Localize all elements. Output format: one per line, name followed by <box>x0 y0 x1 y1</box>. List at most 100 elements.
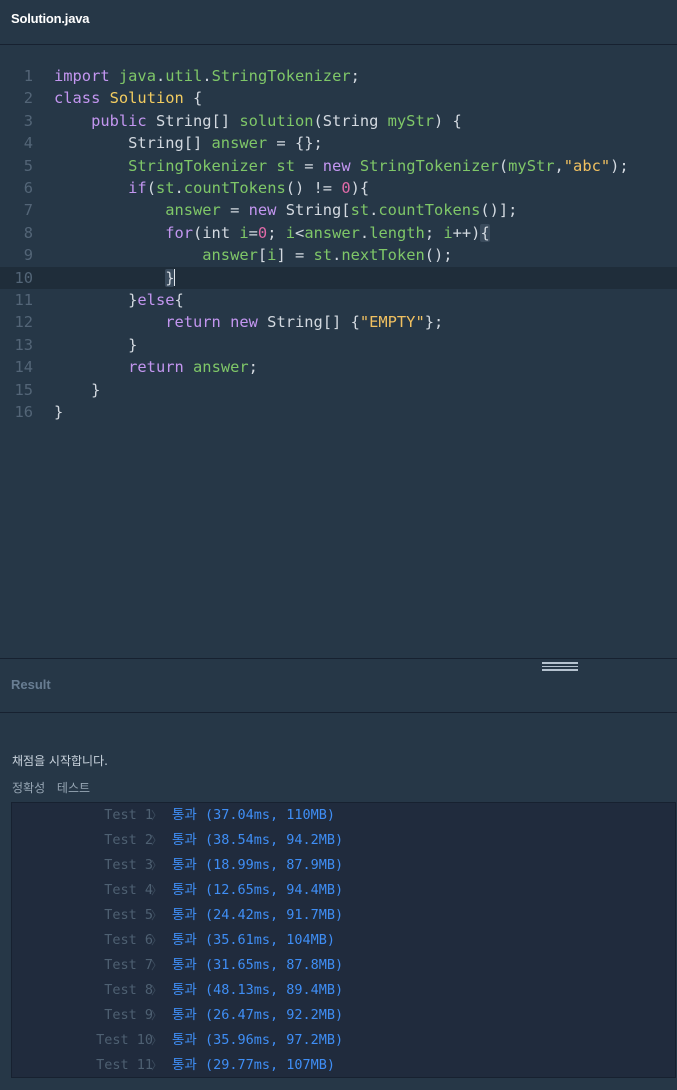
line-number: 12 <box>14 313 33 332</box>
code-text: return answer; <box>128 358 258 377</box>
panel-divider <box>0 658 677 659</box>
test-result-row: Test 5 〉 통과 (24.42ms, 91.7MB) <box>12 903 675 928</box>
test-verdict: 통과 (48.13ms, 89.4MB) <box>172 982 344 998</box>
code-line-13[interactable]: 13 } <box>0 334 677 356</box>
test-name: Test 10 <box>96 1032 153 1048</box>
code-text: } <box>54 403 64 421</box>
code-line-4[interactable]: 4 String[] answer = {}; <box>0 132 677 154</box>
line-number: 16 <box>14 403 33 421</box>
test-detail: (24.42ms, 91.7MB) <box>204 907 344 923</box>
test-detail: (38.54ms, 94.2MB) <box>204 832 344 848</box>
chevron-right-icon: 〉 <box>151 1059 162 1072</box>
code-text: String[] answer = {}; <box>54 134 323 153</box>
test-detail: (31.65ms, 87.8MB) <box>204 957 344 973</box>
line-number: 7 <box>23 201 33 220</box>
code-line-7[interactable]: 7 answer = new String[st.countTokens()]; <box>0 199 677 221</box>
chevron-right-icon: 〉 <box>151 959 162 972</box>
test-result-row: Test 6 〉 통과 (35.61ms, 104MB) <box>12 928 675 953</box>
code-text: return new String[] {"EMPTY"}; <box>165 313 444 332</box>
line-number: 8 <box>23 223 33 242</box>
chevron-right-icon: 〉 <box>151 1034 162 1047</box>
test-verdict: 통과 (18.99ms, 87.9MB) <box>172 857 344 873</box>
test-detail: (12.65ms, 94.4MB) <box>204 882 344 898</box>
chevron-right-icon: 〉 <box>151 809 162 822</box>
test-verdict: 통과 (35.61ms, 104MB) <box>172 932 336 948</box>
test-name: Test 9 <box>104 1007 153 1023</box>
chevron-right-icon: 〉 <box>151 984 162 997</box>
line-number: 3 <box>23 111 33 130</box>
code-line-14[interactable]: 14 return answer; <box>0 356 677 378</box>
test-name: Test 2 <box>104 832 153 848</box>
code-line-8[interactable]: 8 for(int i=0; i<answer.length; i++){ <box>0 222 677 244</box>
test-name: Test 7 <box>104 957 153 973</box>
code-text: answer[i] = st.nextToken(); <box>202 246 453 265</box>
chevron-right-icon: 〉 <box>151 884 162 897</box>
text-cursor <box>174 268 176 286</box>
code-line-2[interactable]: 2 class Solution { <box>0 87 677 109</box>
code-line-12[interactable]: 12 return new String[] {"EMPTY"}; <box>0 311 677 333</box>
chevron-right-icon: 〉 <box>151 834 162 847</box>
line-number: 1 <box>23 67 33 85</box>
test-detail: (37.04ms, 110MB) <box>204 807 336 823</box>
test-result-row: Test 8 〉 통과 (48.13ms, 89.4MB) <box>12 978 675 1003</box>
test-detail: (48.13ms, 89.4MB) <box>204 982 344 998</box>
code-line-3[interactable]: 3 public String[] solution(String myStr)… <box>0 110 677 132</box>
chevron-right-icon: 〉 <box>151 1009 162 1022</box>
code-text: answer = new String[st.countTokens()]; <box>165 201 518 220</box>
test-result-row: Test 10 〉 통과 (35.96ms, 97.2MB) <box>12 1028 675 1053</box>
resize-handle-icon[interactable] <box>542 662 578 671</box>
test-results-list[interactable]: Test 1 〉 통과 (37.04ms, 110MB) Test 2 〉 통과 (38… <box>11 802 676 1078</box>
accuracy-test-label: 정확성 테스트 <box>12 781 91 795</box>
code-line-5[interactable]: 5 StringTokenizer st = new StringTokeniz… <box>0 155 677 177</box>
test-verdict: 통과 (26.47ms, 92.2MB) <box>172 1007 344 1023</box>
test-verdict: 통과 (38.54ms, 94.2MB) <box>172 832 344 848</box>
result-divider <box>0 712 677 713</box>
line-number: 13 <box>14 335 33 354</box>
test-detail: (35.61ms, 104MB) <box>204 932 336 948</box>
grading-status: 채점을 시작합니다. <box>12 754 108 768</box>
line-number: 10 <box>14 268 33 287</box>
test-verdict: 통과 (29.77ms, 107MB) <box>172 1057 336 1073</box>
test-verdict: 통과 (24.42ms, 91.7MB) <box>172 907 344 923</box>
editor-header: Solution.java <box>0 0 677 45</box>
code-editor[interactable]: 1 import java.util.StringTokenizer; 2 clas… <box>0 45 677 658</box>
test-result-row: Test 7 〉 통과 (31.65ms, 87.8MB) <box>12 953 675 978</box>
line-number: 5 <box>23 156 33 175</box>
code-text: import java.util.StringTokenizer; <box>54 67 360 85</box>
test-verdict: 통과 (37.04ms, 110MB) <box>172 807 336 823</box>
code-line-11[interactable]: 11 }else{ <box>0 289 677 311</box>
code-text: class Solution { <box>54 89 203 108</box>
code-line-6[interactable]: 6 if(st.countTokens() != 0){ <box>0 177 677 199</box>
test-result-row: Test 9 〉 통과 (26.47ms, 92.2MB) <box>12 1003 675 1028</box>
test-detail: (29.77ms, 107MB) <box>204 1057 336 1073</box>
test-verdict: 통과 (12.65ms, 94.4MB) <box>172 882 344 898</box>
test-result-row: Test 3 〉 통과 (18.99ms, 87.9MB) <box>12 853 675 878</box>
code-text: } <box>54 380 101 399</box>
code-text: public String[] solution(String myStr) { <box>91 111 462 130</box>
line-number: 14 <box>14 358 33 377</box>
chevron-right-icon: 〉 <box>151 909 162 922</box>
code-line-1[interactable]: 1 import java.util.StringTokenizer; <box>0 65 677 87</box>
test-verdict: 통과 (31.65ms, 87.8MB) <box>172 957 344 973</box>
test-detail: (26.47ms, 92.2MB) <box>204 1007 344 1023</box>
line-number: 6 <box>23 179 33 197</box>
test-result-row: Test 11 〉 통과 (29.77ms, 107MB) <box>12 1053 675 1078</box>
code-line-15[interactable]: 15 } <box>0 379 677 401</box>
line-number: 11 <box>14 291 33 309</box>
code-text: if(st.countTokens() != 0){ <box>128 179 370 197</box>
line-number: 9 <box>23 246 33 265</box>
code-line-9[interactable]: 9 answer[i] = st.nextToken(); <box>0 244 677 266</box>
chevron-right-icon: 〉 <box>151 859 162 872</box>
code-line-10[interactable]: 10 } <box>0 266 677 289</box>
code-text: StringTokenizer st = new StringTokenizer… <box>128 156 629 175</box>
code-line-16[interactable]: 16} <box>0 401 677 423</box>
test-result-row: Test 2 〉 통과 (38.54ms, 94.2MB) <box>12 828 675 853</box>
test-name: Test 3 <box>104 857 153 873</box>
test-result-row: Test 4 〉 통과 (12.65ms, 94.4MB) <box>12 878 675 903</box>
code-text: } <box>165 268 176 287</box>
test-verdict: 통과 (35.96ms, 97.2MB) <box>172 1032 344 1048</box>
test-name: Test 11 <box>96 1057 153 1073</box>
file-tab-title[interactable]: Solution.java <box>11 11 90 26</box>
test-name: Test 6 <box>104 932 153 948</box>
chevron-right-icon: 〉 <box>151 934 162 947</box>
